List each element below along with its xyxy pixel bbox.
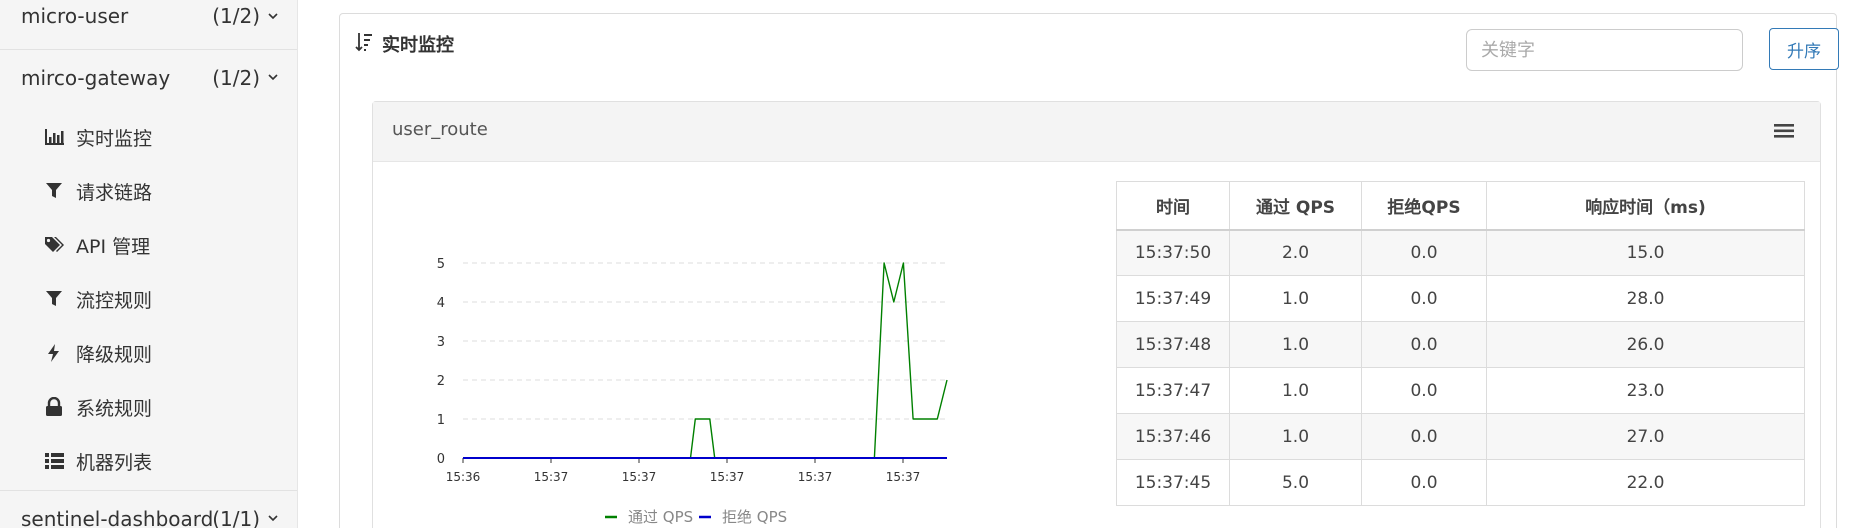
filter-icon xyxy=(46,291,62,306)
app-group-mirco-gateway[interactable]: mirco-gateway (1/2) xyxy=(0,50,297,108)
app-instance-count: (1/2) xyxy=(212,66,260,90)
cell-block-qps: 0.0 xyxy=(1361,413,1487,460)
app-group-micro-user[interactable]: micro-user (1/2) xyxy=(0,0,297,50)
search-input[interactable] xyxy=(1466,29,1743,71)
page-title: 实时监控 xyxy=(382,35,454,56)
menu-item-label: 机器列表 xyxy=(76,452,153,474)
x-tick-label: 15:37 xyxy=(622,470,657,484)
sort-amount-icon xyxy=(355,33,372,52)
cell-pass-qps: 1.0 xyxy=(1229,367,1362,414)
cell-pass-qps: 1.0 xyxy=(1229,321,1362,368)
resource-card: user_route 0 1 2 3 4 5 15:36 15:37 15:37 15:37 15:… xyxy=(372,101,1821,528)
cell-block-qps: 0.0 xyxy=(1361,459,1487,506)
y-tick-label: 4 xyxy=(437,296,445,311)
x-tick-label: 15:37 xyxy=(534,470,569,484)
menu-item-machine-list[interactable]: 机器列表 xyxy=(0,434,297,488)
column-header-response-time: 响应时间（ms) xyxy=(1486,181,1805,231)
y-tick-label: 0 xyxy=(437,452,445,467)
cell-block-qps: 0.0 xyxy=(1361,275,1487,322)
table-header-row: 时间 通过 QPS 拒绝QPS 响应时间（ms) xyxy=(1116,181,1805,231)
sort-order-button[interactable]: 升序 xyxy=(1769,28,1839,70)
app-name: sentinel-dashboard xyxy=(21,507,214,528)
table-row: 15:37:50 2.0 0.0 15.0 xyxy=(1116,229,1805,276)
list-icon xyxy=(45,453,64,469)
y-tick-label: 3 xyxy=(437,335,445,350)
tags-icon xyxy=(45,237,64,252)
cell-response-time: 23.0 xyxy=(1486,367,1805,414)
app-instance-count: (1/1) xyxy=(212,507,260,528)
legend-label: 拒绝 QPS xyxy=(722,508,787,526)
x-tick-label: 15:37 xyxy=(710,470,745,484)
chevron-down-icon xyxy=(268,74,278,81)
cell-pass-qps: 1.0 xyxy=(1229,413,1362,460)
cell-response-time: 26.0 xyxy=(1486,321,1805,368)
menu-item-label: 降级规则 xyxy=(76,344,153,366)
lock-icon xyxy=(46,397,62,416)
sidebar: micro-user (1/2) mirco-gateway (1/2) 实时监… xyxy=(0,0,298,528)
series-line-pass-qps xyxy=(463,262,948,459)
menu-item-label: 实时监控 xyxy=(76,128,153,150)
bar-chart-icon xyxy=(45,129,64,145)
menu-item-label: 请求链路 xyxy=(76,182,153,204)
x-tick-label: 15:36 xyxy=(446,470,481,484)
cell-pass-qps: 5.0 xyxy=(1229,459,1362,506)
hamburger-menu-icon[interactable] xyxy=(1773,121,1795,141)
cell-response-time: 28.0 xyxy=(1486,275,1805,322)
app-name: mirco-gateway xyxy=(21,66,171,90)
cell-pass-qps: 1.0 xyxy=(1229,275,1362,322)
column-header-time: 时间 xyxy=(1116,181,1230,231)
cell-block-qps: 0.0 xyxy=(1361,229,1487,276)
cell-time: 15:37:45 xyxy=(1116,459,1230,506)
y-tick-label: 2 xyxy=(437,374,445,389)
menu-item-degrade-rules[interactable]: 降级规则 xyxy=(0,326,297,380)
cell-block-qps: 0.0 xyxy=(1361,321,1487,368)
cell-time: 15:37:46 xyxy=(1116,413,1230,460)
app-name: micro-user xyxy=(21,4,129,28)
chevron-down-icon xyxy=(268,13,278,20)
menu-item-label: API 管理 xyxy=(76,236,151,258)
cell-response-time: 15.0 xyxy=(1486,229,1805,276)
cell-response-time: 22.0 xyxy=(1486,459,1805,506)
table-row: 15:37:47 1.0 0.0 23.0 xyxy=(1116,367,1805,414)
menu-item-request-chain[interactable]: 请求链路 xyxy=(0,164,297,218)
cell-block-qps: 0.0 xyxy=(1361,367,1487,414)
monitor-panel: 实时监控 升序 user_route 0 1 2 3 4 5 15:36 15:37 15:37… xyxy=(339,13,1839,528)
menu-item-api-management[interactable]: API 管理 xyxy=(0,218,297,272)
x-tick-label: 15:37 xyxy=(886,470,921,484)
menu-item-realtime-monitor[interactable]: 实时监控 xyxy=(0,110,297,164)
menu-item-system-rules[interactable]: 系统规则 xyxy=(0,380,297,434)
cell-time: 15:37:48 xyxy=(1116,321,1230,368)
y-tick-label: 5 xyxy=(437,257,445,272)
column-header-block-qps: 拒绝QPS xyxy=(1361,181,1487,231)
cell-pass-qps: 2.0 xyxy=(1229,229,1362,276)
metrics-table: 时间 通过 QPS 拒绝QPS 响应时间（ms) 15:37:50 2.0 0.… xyxy=(1116,181,1805,506)
table-row: 15:37:45 5.0 0.0 22.0 xyxy=(1116,459,1805,506)
table-row: 15:37:49 1.0 0.0 28.0 xyxy=(1116,275,1805,322)
resource-card-header: user_route xyxy=(373,102,1820,162)
table-row: 15:37:48 1.0 0.0 26.0 xyxy=(1116,321,1805,368)
filter-icon xyxy=(46,183,62,198)
y-tick-label: 1 xyxy=(437,413,445,428)
qps-line-chart: 0 1 2 3 4 5 15:36 15:37 15:37 15:37 15:37 15:37 通过 … xyxy=(437,257,948,526)
menu-item-label: 流控规则 xyxy=(76,290,153,312)
cell-response-time: 27.0 xyxy=(1486,413,1805,460)
menu-item-label: 系统规则 xyxy=(76,398,153,420)
cell-time: 15:37:49 xyxy=(1116,275,1230,322)
table-row: 15:37:46 1.0 0.0 27.0 xyxy=(1116,413,1805,460)
bolt-icon xyxy=(48,344,59,362)
cell-time: 15:37:47 xyxy=(1116,367,1230,414)
resource-name: user_route xyxy=(392,119,488,140)
x-tick-label: 15:37 xyxy=(798,470,833,484)
legend-label: 通过 QPS xyxy=(628,508,693,526)
app-instance-count: (1/2) xyxy=(212,4,260,28)
column-header-pass-qps: 通过 QPS xyxy=(1229,181,1362,231)
menu-item-flow-rules[interactable]: 流控规则 xyxy=(0,272,297,326)
chevron-down-icon xyxy=(268,515,278,522)
app-group-sentinel-dashboard[interactable]: sentinel-dashboard (1/1) xyxy=(0,490,297,528)
cell-time: 15:37:50 xyxy=(1116,229,1230,276)
